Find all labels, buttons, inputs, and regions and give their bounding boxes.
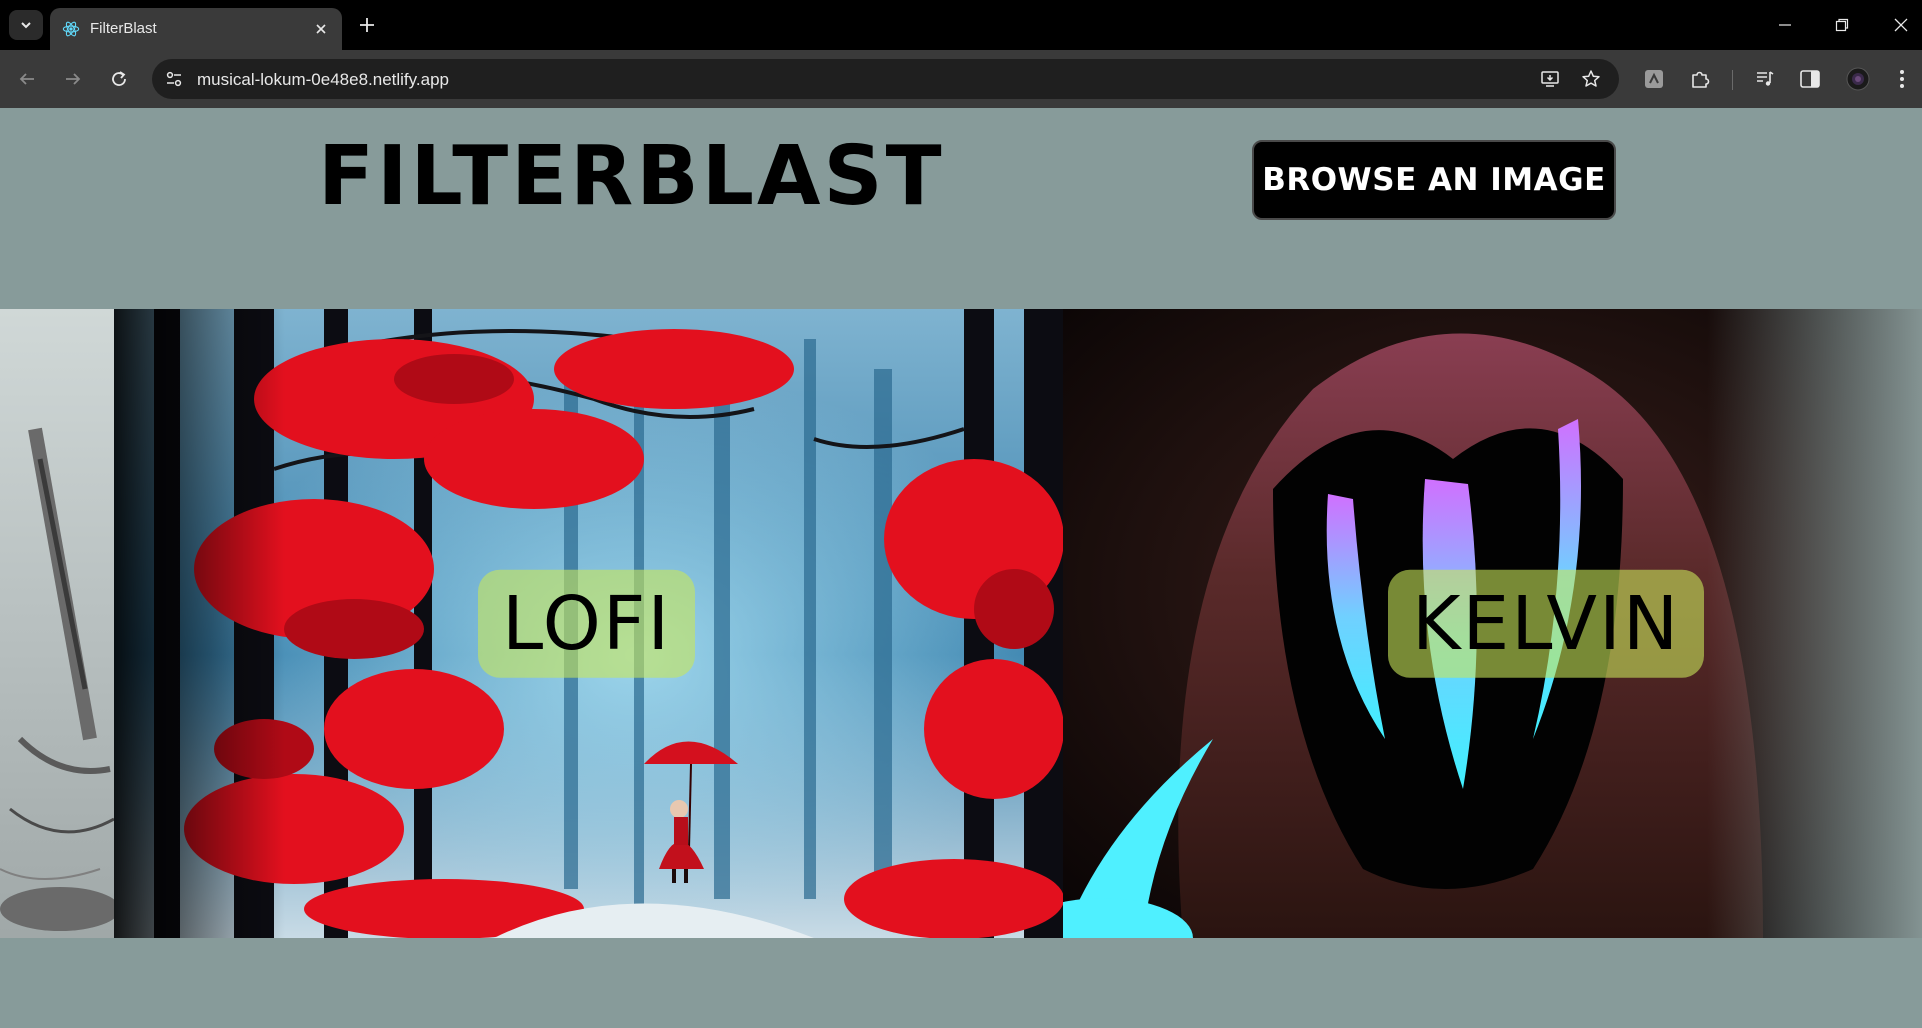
media-control-button[interactable] (1752, 66, 1778, 92)
new-tab-button[interactable] (354, 12, 380, 38)
kebab-menu-icon (1900, 70, 1904, 88)
reload-icon (112, 71, 126, 86)
extension-button[interactable] (1641, 66, 1667, 92)
address-bar[interactable]: musical-lokum-0e48e8.netlify.app (152, 59, 1619, 99)
tab-search-button[interactable] (9, 10, 43, 40)
minimize-icon (1779, 24, 1791, 26)
extension-icon (1645, 70, 1663, 88)
restore-icon (1835, 18, 1849, 32)
restore-button[interactable] (1829, 12, 1855, 38)
install-app-icon (1541, 71, 1559, 87)
media-control-icon (1757, 71, 1774, 86)
browser-toolbar: musical-lokum-0e48e8.netlify.app (0, 50, 1922, 108)
active-tab[interactable]: FilterBlast (50, 8, 342, 50)
profile-avatar-icon (1846, 67, 1870, 91)
extensions-menu-button[interactable] (1687, 66, 1713, 92)
profile-button[interactable] (1845, 66, 1871, 92)
slide-kelvin[interactable]: KELVIN (1063, 309, 1922, 938)
browse-image-button[interactable]: BROWSE AN IMAGE (1252, 140, 1616, 220)
browser-menu-button[interactable] (1889, 66, 1915, 92)
minimize-button[interactable] (1772, 12, 1798, 38)
slide-lofi[interactable]: LOFI (114, 309, 1063, 938)
site-info-button[interactable] (162, 67, 186, 91)
back-button[interactable] (14, 66, 40, 92)
filter-label-lofi: LOFI (478, 569, 696, 678)
toolbar-divider (1732, 70, 1733, 90)
reload-button[interactable] (106, 66, 132, 92)
slide-partial-left[interactable] (0, 309, 114, 938)
site-info-icon (166, 71, 182, 87)
react-favicon-icon (62, 21, 80, 37)
forward-arrow-icon (66, 73, 81, 85)
back-arrow-icon (19, 73, 34, 85)
filter-label-kelvin: KELVIN (1388, 569, 1705, 678)
close-icon (316, 24, 326, 34)
side-panel-button[interactable] (1797, 66, 1823, 92)
tab-title: FilterBlast (90, 20, 157, 37)
filter-carousel: LOFI KELVIN (0, 309, 1922, 938)
chevron-down-icon (21, 22, 31, 29)
side-panel-icon (1800, 70, 1820, 88)
window-close-icon (1894, 18, 1908, 32)
puzzle-icon (1692, 71, 1710, 88)
grayscale-sketch-image (0, 309, 114, 938)
tab-close-button[interactable] (310, 18, 332, 40)
install-app-button[interactable] (1538, 67, 1562, 91)
forward-button[interactable] (60, 66, 86, 92)
url-text[interactable]: musical-lokum-0e48e8.netlify.app (197, 70, 449, 90)
bookmark-star-icon (1582, 70, 1600, 87)
browser-tab-bar: FilterBlast (0, 0, 1922, 50)
plus-icon (360, 18, 374, 32)
site-logo: FILTERBLAST (318, 129, 945, 224)
bookmark-button[interactable] (1579, 67, 1603, 91)
window-close-button[interactable] (1888, 12, 1914, 38)
